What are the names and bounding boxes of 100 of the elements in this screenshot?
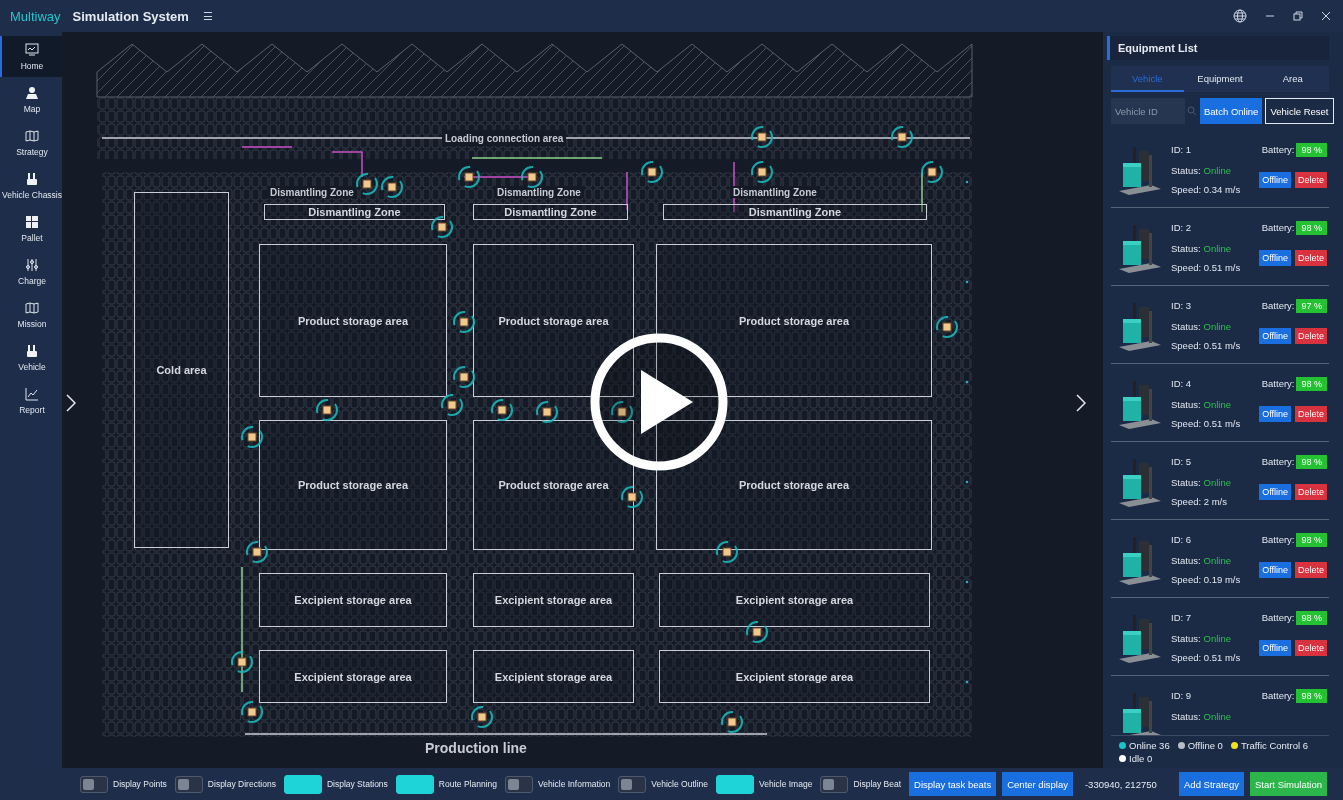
zone-area: Excipient storage area [473, 650, 634, 703]
tab[interactable]: Vehicle [1111, 66, 1184, 92]
zone-label: Loading connection area [442, 130, 567, 146]
map-icon [25, 128, 39, 143]
zone-area: Product storage area [473, 420, 634, 550]
grid-icon [25, 214, 39, 229]
battery-label: Battery: [1261, 612, 1295, 623]
battery-badge: 98 % [1296, 220, 1327, 235]
chevron-right-icon[interactable] [66, 394, 76, 412]
status-value: Online [1203, 321, 1232, 332]
toggle-switch[interactable] [80, 775, 108, 793]
sliders-icon [25, 257, 39, 272]
battery-badge: 98 % [1296, 376, 1327, 391]
vehicle-id: ID: 1 [1171, 144, 1193, 155]
battery-badge: 98 % [1296, 688, 1327, 703]
battery-badge: 98 % [1296, 142, 1327, 157]
offline-button[interactable]: Offline [1259, 405, 1291, 422]
toggle-switch[interactable] [505, 775, 533, 793]
vehicle-id: ID: 6 [1171, 534, 1193, 545]
status-label: Status: [1171, 633, 1201, 644]
nav-item[interactable]: Report [0, 380, 62, 421]
nav-item[interactable]: Home [0, 36, 62, 77]
chevron-right-icon[interactable] [1076, 394, 1086, 412]
center-display-button[interactable]: Center display [1002, 772, 1073, 796]
tab[interactable]: Area [1256, 66, 1329, 92]
vehicle-speed: Speed: 0.51 m/s [1171, 652, 1242, 663]
offline-button[interactable]: Offline [1259, 327, 1291, 344]
delete-button[interactable]: Delete [1295, 327, 1327, 344]
toggle-switch[interactable] [174, 775, 203, 793]
chart-monitor-icon [25, 42, 39, 57]
offline-button[interactable]: Offline [1259, 483, 1291, 500]
delete-button[interactable]: Delete [1295, 561, 1327, 578]
battery-badge: 98 % [1296, 532, 1327, 547]
zone-area: Cold area [134, 192, 229, 548]
batch-online-button[interactable]: Batch Online [1200, 98, 1263, 124]
delete-button[interactable]: Delete [1295, 249, 1327, 266]
nav-item[interactable]: Pallet [0, 208, 62, 249]
delete-button[interactable]: Delete [1295, 483, 1327, 500]
battery-badge: 98 % [1296, 610, 1327, 625]
delete-button[interactable]: Delete [1295, 405, 1327, 422]
toggle-switch[interactable] [395, 774, 434, 794]
offline-button[interactable]: Offline [1259, 561, 1291, 578]
toggle-label: Vehicle Information [538, 779, 611, 789]
globe-icon[interactable] [1233, 9, 1247, 23]
status-value: Online [1203, 555, 1232, 566]
app-title: Simulation System [72, 8, 189, 24]
vehicle-marker-icon [457, 165, 481, 189]
vehicle-marker-icon [715, 540, 739, 564]
chassis-icon [25, 343, 39, 358]
toggle-switch[interactable] [618, 775, 647, 793]
battery-label: Battery: [1261, 378, 1295, 389]
battery-badge: 97 % [1296, 298, 1327, 313]
status-label: Status: [1171, 711, 1201, 722]
start-simulation-button[interactable]: Start Simulation [1249, 772, 1327, 796]
toggle-label: Vehicle Outline [651, 779, 708, 789]
zone-area: Dismantling Zone [264, 204, 445, 220]
add-strategy-button[interactable]: Add Strategy [1179, 772, 1244, 796]
offline-button[interactable]: Offline [1259, 171, 1291, 188]
vehicle-id: ID: 7 [1171, 612, 1193, 623]
vehicle-marker-icon [240, 425, 264, 449]
battery-label: Battery: [1261, 222, 1295, 233]
vehicle-marker-icon [452, 310, 476, 334]
play-icon[interactable] [589, 332, 729, 472]
zone-area: Excipient storage area [473, 573, 634, 627]
toggle-switch[interactable] [820, 775, 849, 793]
nav-item[interactable]: Charge [0, 251, 62, 292]
status-label: Status: [1171, 321, 1201, 332]
vehicle-marker-icon [890, 125, 914, 149]
toggle-switch[interactable] [716, 774, 754, 794]
offline-button[interactable]: Offline [1259, 249, 1291, 266]
status-value: Online [1203, 165, 1232, 176]
zone-area: Excipient storage area [659, 650, 930, 703]
nav-item[interactable]: Mission [0, 294, 62, 335]
toggle-label: Display Beat [853, 779, 902, 789]
vehicle-marker-icon [535, 400, 559, 424]
task-beats-button[interactable]: Display task beats [909, 772, 997, 796]
vehicle-speed: Speed: 0.34 m/s [1171, 184, 1242, 195]
vehicle-id: ID: 9 [1171, 690, 1193, 701]
tab[interactable]: Equipment [1183, 66, 1257, 92]
delete-button[interactable]: Delete [1295, 639, 1327, 656]
zone-area: Excipient storage area [659, 573, 930, 627]
vehicle-reset-button[interactable]: Vehicle Reset [1265, 98, 1334, 124]
vehicle-id: ID: 2 [1171, 222, 1193, 233]
battery-label: Battery: [1261, 456, 1295, 467]
zone-area: Product storage area [656, 244, 932, 397]
battery-label: Battery: [1261, 534, 1295, 545]
menu-toggle[interactable]: ☰ [202, 9, 213, 23]
toggle-switch[interactable] [283, 774, 322, 794]
chassis-icon [25, 171, 39, 186]
nav-item[interactable]: Strategy [0, 122, 62, 163]
nav-item[interactable]: Vehicle Chassis [0, 165, 62, 206]
offline-button[interactable]: Offline [1259, 639, 1291, 656]
search-field[interactable]: Vehicle ID [1111, 98, 1185, 124]
legend-label: Online 36 [1129, 740, 1170, 751]
close-icon[interactable] [1321, 11, 1331, 21]
nav-item[interactable]: Map [0, 79, 62, 120]
vehicle-marker-icon [490, 398, 514, 422]
nav-item[interactable]: Vehicle [0, 337, 62, 378]
delete-button[interactable]: Delete [1295, 171, 1327, 188]
restore-icon[interactable] [1293, 11, 1303, 21]
